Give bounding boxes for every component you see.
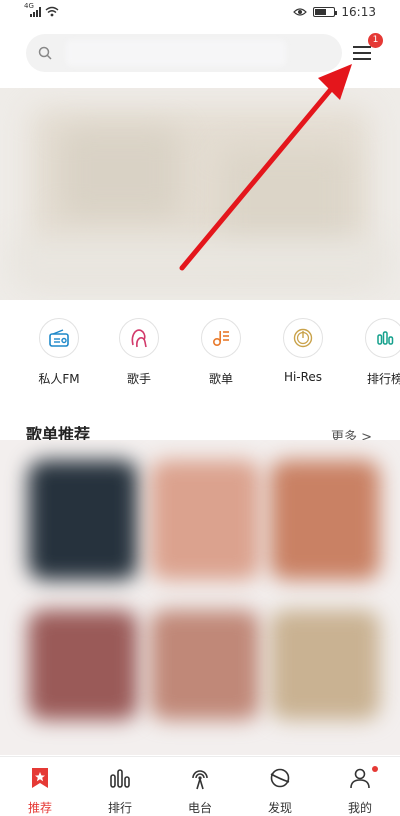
chart-icon [365,318,400,358]
nav-tab-ranking[interactable]: 排行 [90,765,150,816]
nav-label: 我的 [347,801,372,815]
nav-tab-recommend[interactable]: 推荐 [10,765,70,816]
quick-entry-singer[interactable]: 歌手 [104,318,174,387]
banner-carousel[interactable] [0,88,400,300]
playlist-card[interactable] [28,460,138,580]
network-type: 4G [24,2,34,10]
quick-entry-label: 排行榜 [366,372,400,386]
search-bar[interactable] [26,34,342,72]
search-icon [38,46,52,60]
radio-icon [39,318,79,358]
playlist-card[interactable] [150,460,260,580]
quick-entry-label: 歌单 [208,372,233,386]
playlist-grid [0,440,400,755]
signal-indicators: 4G [24,2,59,17]
quick-entry-label: 歌手 [126,372,151,386]
quick-entry-chart[interactable]: 排行榜 [350,318,400,387]
quick-entry-label: Hi-Res [283,370,323,384]
playlist-card[interactable] [28,610,138,720]
mine-notification-dot [372,766,378,772]
hires-icon [283,318,323,358]
wifi-icon [45,6,59,17]
banner-image-detail [60,128,180,218]
battery-icon [313,7,338,17]
quick-entry-private-fm[interactable]: 私人FM [24,318,94,387]
quick-entry-label: 私人FM [38,372,80,386]
bars-icon [110,769,130,788]
nav-label: 发现 [267,801,292,815]
playlist-icon [201,318,241,358]
quick-entry-playlist[interactable]: 歌单 [186,318,256,387]
nav-tab-radio[interactable]: 电台 [170,765,230,816]
clock: 16:13 [341,5,376,19]
playlist-card[interactable] [150,610,260,720]
nav-tab-discover[interactable]: 发现 [250,765,310,816]
quick-entries: 私人FM 歌手 歌单 Hi-Res 排行榜 [0,318,400,398]
notification-badge: 1 [368,33,383,48]
quick-entry-hires[interactable]: Hi-Res [268,318,338,384]
banner-image-detail [10,238,390,288]
nav-label: 电台 [187,801,212,815]
nav-label: 排行 [107,801,132,815]
bottom-nav: 推荐 排行 电台 发现 我的 [0,756,400,816]
playlist-card[interactable] [270,610,380,720]
nav-label: 推荐 [27,801,52,815]
user-icon [350,768,370,789]
playlist-card[interactable] [270,460,380,580]
eye-icon [293,8,308,16]
singer-icon [119,318,159,358]
status-bar: 4G 16:13 [0,0,400,26]
search-hint-blurred [66,40,286,66]
antenna-icon [192,770,208,790]
discover-icon [270,768,290,788]
nav-tab-mine[interactable]: 我的 [330,765,390,816]
star-bookmark-icon [32,768,48,788]
